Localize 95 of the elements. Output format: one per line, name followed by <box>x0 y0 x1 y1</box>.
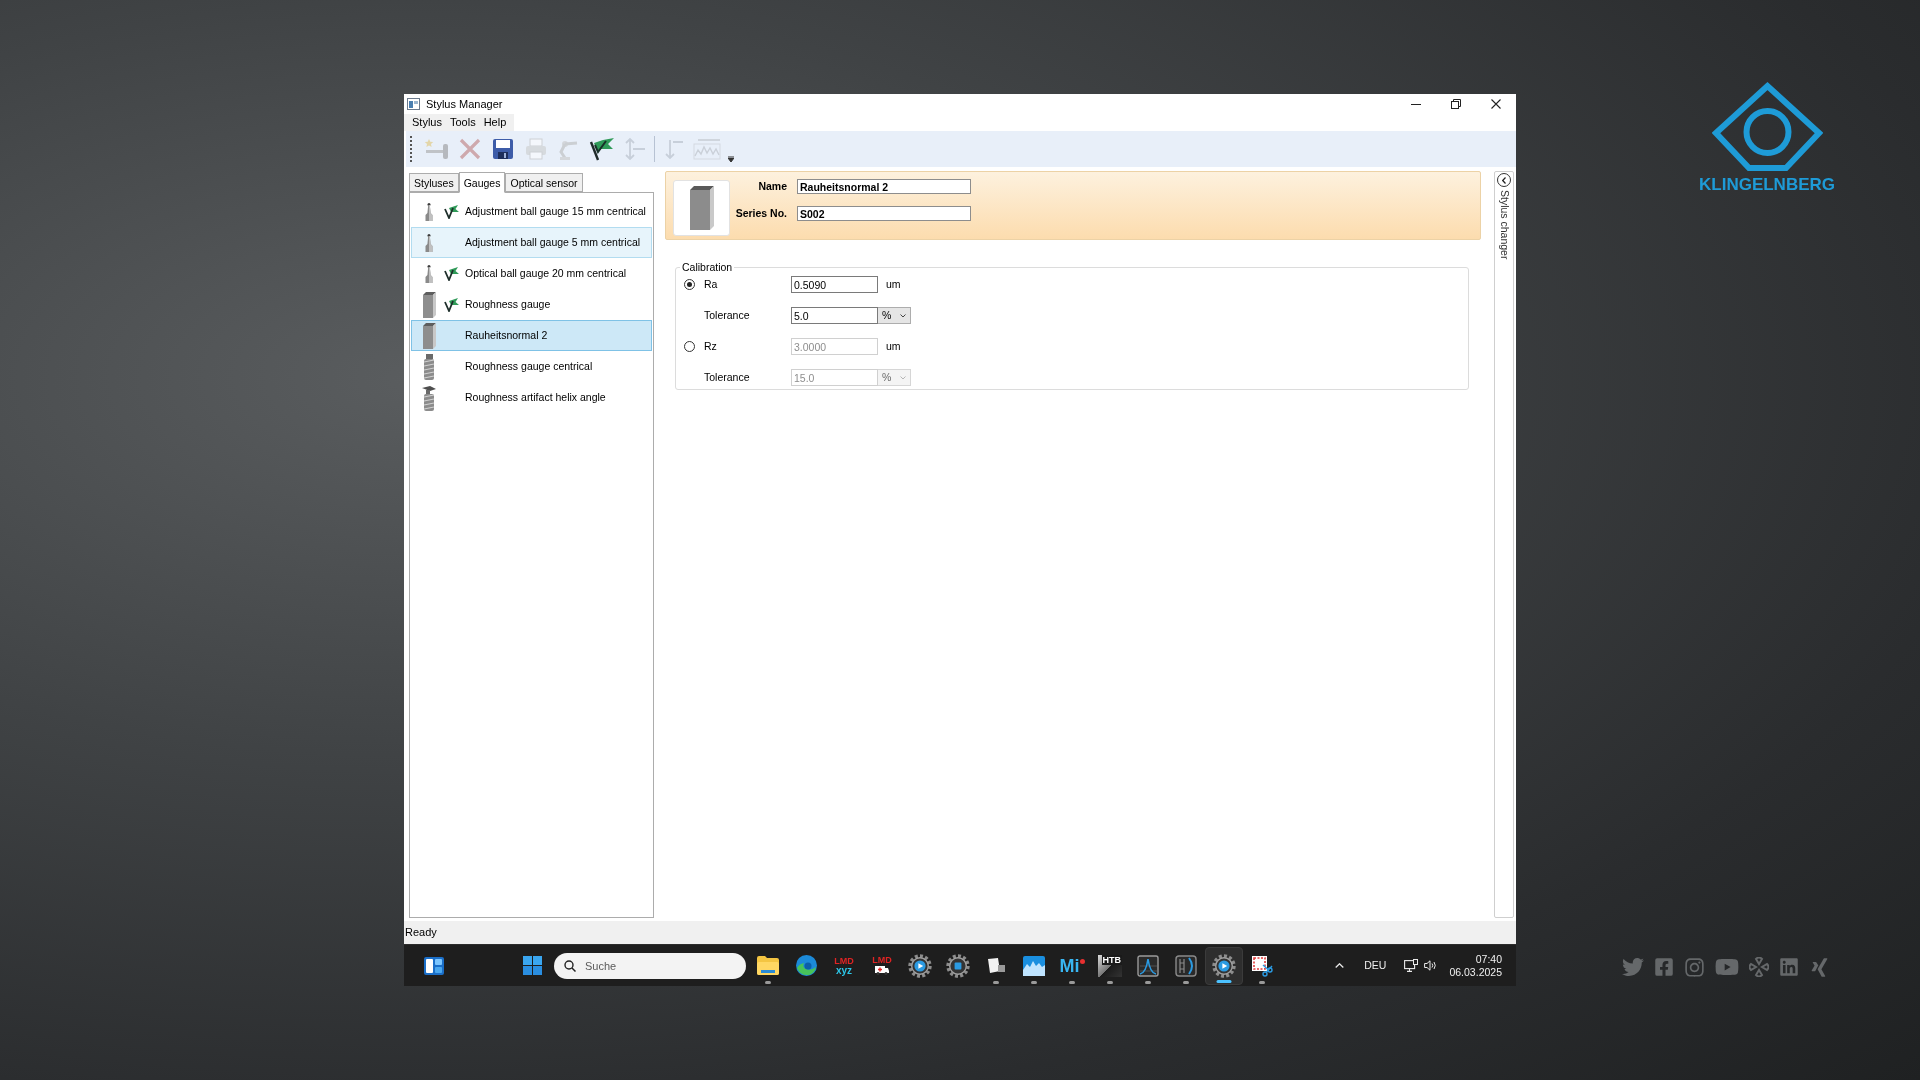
gauge-list-item[interactable]: Roughness gauge centrical <box>411 351 652 382</box>
flag-icon <box>589 137 615 161</box>
language-indicator[interactable]: DEU <box>1364 957 1387 974</box>
ball-stylus-icon <box>425 264 433 283</box>
field-label: Tolerance <box>704 307 751 323</box>
app-icon-text: Mi <box>1059 955 1080 976</box>
clock-button[interactable]: 07:40 06.03.2025 <box>1449 952 1502 979</box>
stylus-star-icon <box>424 138 450 160</box>
app-icon-text: LMD <box>872 956 892 965</box>
document-icon <box>987 958 1005 973</box>
xing-icon[interactable] <box>1809 956 1830 978</box>
gear-play-icon <box>1212 953 1236 978</box>
peak-chart-icon <box>1137 954 1159 977</box>
folder-icon <box>757 956 779 975</box>
app-icon-text: HTB <box>1101 954 1122 965</box>
chevron-down-icon <box>900 375 906 380</box>
tab[interactable]: Optical sensor <box>505 173 583 192</box>
search-field[interactable]: Suche <box>554 952 746 979</box>
block-gauge-icon <box>422 322 436 349</box>
four-squares-icon <box>522 956 542 975</box>
chevron-left-icon <box>1502 176 1506 184</box>
twitter-icon[interactable] <box>1622 956 1644 978</box>
name-field[interactable]: Rauheitsnormal 2 <box>797 179 971 195</box>
window-title: Stylus Manager <box>426 97 503 111</box>
speaker-icon[interactable] <box>1424 960 1438 971</box>
profile-chart-icon <box>693 138 721 160</box>
taskbar-app-button[interactable]: Mi <box>1053 946 1091 985</box>
gauge-list-item[interactable]: Adjustment ball gauge 15 mm centrical <box>411 196 652 227</box>
app-icon-text: xyz <box>835 965 853 975</box>
linkedin-icon[interactable] <box>1779 957 1799 977</box>
flag-button[interactable] <box>588 135 616 163</box>
film-panel-icon <box>1175 954 1197 977</box>
delete-icon <box>459 138 481 160</box>
group-title: Calibration <box>681 261 734 274</box>
save-icon <box>492 138 514 160</box>
helix-artifact-icon <box>421 384 437 411</box>
taskbar-app-button[interactable]: LMD <box>863 946 901 985</box>
cross-outline-icon[interactable] <box>1749 957 1769 977</box>
radio-label: Rz <box>704 338 718 354</box>
app-icon-text: LMD <box>834 956 854 966</box>
field-label: Name <box>757 179 787 194</box>
down-arrow-icon <box>664 138 684 160</box>
gauge-list-item[interactable]: Adjustment ball gauge 5 mm centrical <box>411 227 652 258</box>
gauge-list-item[interactable]: Roughness artifact helix angle <box>411 382 652 413</box>
menu-item[interactable]: Tools <box>445 115 480 130</box>
block-gauge-icon <box>422 291 436 318</box>
facebook-icon[interactable] <box>1654 957 1674 977</box>
chevron-down-icon <box>900 313 906 318</box>
chevron-up-icon <box>1334 963 1344 968</box>
menu-item[interactable]: Stylus <box>408 115 446 130</box>
unit-label: um <box>886 338 901 354</box>
unit-dropdown[interactable]: % <box>878 307 911 324</box>
taskbar-app-button[interactable]: LMD xyz <box>825 946 863 985</box>
close-icon <box>1491 99 1501 109</box>
ambulance-icon <box>875 965 889 975</box>
series-field[interactable]: S002 <box>797 206 971 222</box>
printer-icon <box>525 138 547 160</box>
value-field[interactable]: 5.0 <box>791 307 878 324</box>
panels-icon <box>424 956 444 975</box>
minimize-icon <box>1411 103 1421 105</box>
status-text: Ready <box>405 926 437 939</box>
value-field[interactable]: 0.5090 <box>791 276 878 293</box>
gauge-list-item[interactable]: Rauheitsnormal 2 <box>411 320 652 351</box>
monitor-network-icon[interactable] <box>1404 959 1419 972</box>
logo-text: KLINGELNBERG <box>1699 176 1835 194</box>
gear-play-icon <box>908 953 932 978</box>
logo-emblem-icon <box>1711 80 1823 172</box>
restore-icon <box>1451 99 1461 109</box>
tab[interactable]: Gauges <box>458 172 506 193</box>
wave-chart-icon <box>1023 955 1045 976</box>
tab[interactable]: Styluses <box>409 173 459 192</box>
up-down-arrows-icon <box>624 137 646 161</box>
side-panel-label[interactable]: Stylus changer <box>1497 190 1511 260</box>
taskbar-app-button[interactable] <box>1205 946 1243 985</box>
scissors-icon <box>1251 954 1273 977</box>
overflow-caret-icon <box>728 156 734 162</box>
gear-square-icon <box>946 953 970 978</box>
browser-swirl-icon <box>795 955 817 976</box>
gauge-list-item[interactable]: Roughness gauge <box>411 289 652 320</box>
radio-button[interactable] <box>684 279 695 290</box>
app-window-icon <box>407 98 420 110</box>
search-icon <box>564 959 576 972</box>
taskbar-app-button[interactable]: HTB <box>1091 946 1129 985</box>
ball-stylus-icon <box>425 202 433 221</box>
ball-stylus-icon <box>425 233 433 252</box>
instagram-icon[interactable] <box>1684 956 1705 978</box>
unit-label: um <box>886 276 901 292</box>
menu-item[interactable]: Help <box>479 115 511 130</box>
dot-icon <box>1079 958 1085 964</box>
block-gauge-icon <box>689 186 714 230</box>
gauge-list-item[interactable]: Optical ball gauge 20 mm centrical <box>411 258 652 289</box>
field-label: Series No. <box>735 205 787 221</box>
field-label: Tolerance <box>704 369 751 385</box>
radio-label: Ra <box>704 276 719 292</box>
helix-gauge-icon <box>422 353 436 380</box>
